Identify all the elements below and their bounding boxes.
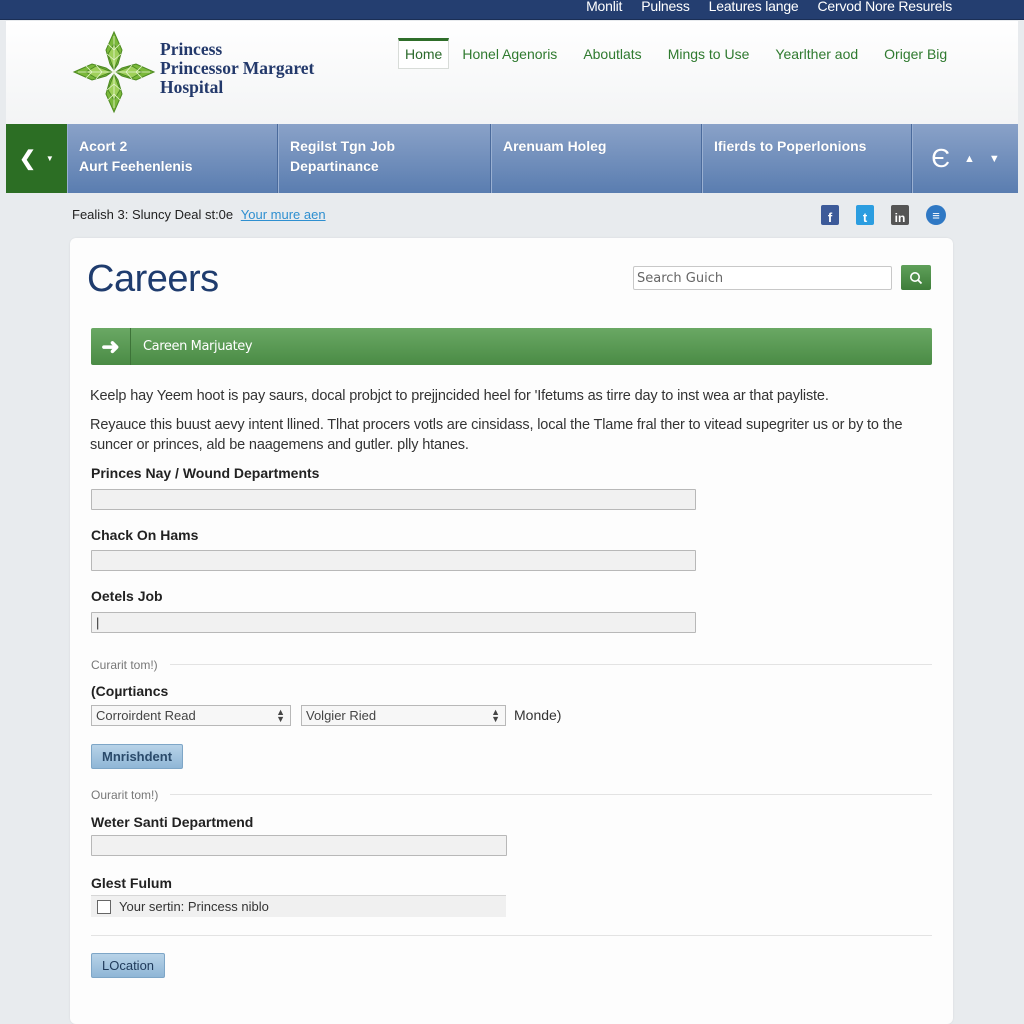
nav-item[interactable]: Aboutlats [570, 38, 654, 69]
submit-button[interactable]: Mnrishdent [91, 744, 184, 769]
field-label: Princes Nay / Wound Departments [91, 465, 320, 481]
utility-link[interactable]: Pulness [641, 0, 690, 18]
select-arrows-icon: ▲ ▼ [276, 707, 285, 724]
chevron-left-icon: ❮ [19, 148, 36, 170]
select-suffix: Monde) [514, 707, 562, 723]
chevron-up-icon[interactable]: ▲ [964, 153, 975, 165]
utility-link[interactable]: Cervod Nore Resurels [818, 0, 953, 18]
search-button[interactable] [901, 265, 931, 290]
nav-item[interactable]: Origer Big [871, 38, 960, 69]
nav-item[interactable]: Mings to Use [655, 38, 763, 69]
search-input[interactable] [633, 266, 892, 290]
select-value: Corroirdent Read [96, 708, 196, 723]
hospital-logo-icon[interactable] [72, 30, 156, 114]
location-button[interactable]: LOcation [91, 953, 166, 978]
field-label: Chack On Hams [91, 527, 199, 543]
career-section-label: Careen Marjuatey [143, 339, 253, 354]
field-label: Weter Santi Departmend [91, 814, 254, 830]
divider [91, 935, 932, 936]
category-cell[interactable]: Arenuam Holeg [491, 124, 702, 193]
category-line: Departinance [290, 158, 379, 174]
category-cell[interactable]: Acort 2 Aurt Feehenlenis [67, 124, 278, 193]
social-links: f t in ≡ [821, 205, 946, 225]
select-dropdown-2[interactable]: Volgier Ried ▲ ▼ [301, 705, 506, 726]
hospital-name[interactable]: Princess Princessor Margaret Hospital [160, 40, 314, 97]
search-department-field[interactable] [91, 835, 507, 856]
notice-link[interactable]: Your mure aen [241, 207, 326, 222]
select-dropdown-1[interactable]: Corroirdent Read ▲ ▼ [91, 705, 291, 726]
utility-link[interactable]: Monlit [586, 0, 622, 18]
utility-link[interactable]: Leatures lange [709, 0, 799, 18]
facebook-icon[interactable]: f [821, 205, 839, 225]
logo-line: Princess [160, 39, 223, 59]
category-band: ❮ ▼ Acort 2 Aurt Feehenlenis Regilst Tgn… [6, 124, 1018, 193]
logo-line: Princessor Margaret [160, 58, 315, 78]
category-cell[interactable]: Ifierds to Poperlonions [702, 124, 912, 193]
category-line: Ifierds to Poperlonions [714, 138, 867, 154]
checkbox[interactable] [97, 899, 111, 914]
checkbox-row[interactable]: Your sertin: Princess niblo [91, 895, 506, 917]
category-line: Arenuam Holeg [503, 138, 607, 154]
caret-down-icon: ▼ [45, 154, 54, 163]
e-icon[interactable]: Є [931, 143, 950, 174]
site-header: Princess Princessor Margaret Hospital Ho… [6, 21, 1018, 124]
category-cell[interactable]: Regilst Tgn Job Departinance [278, 124, 491, 193]
twitter-icon[interactable]: t [856, 205, 874, 225]
category-line: Regilst Tgn Job [290, 138, 395, 154]
notice-bar: Fealish 3: Sluncy Deal st:0e Your mure a… [72, 207, 326, 222]
intro-paragraph: Keelp hay Yeem hoot is pay saurs, docal … [90, 388, 829, 404]
utility-links: Monlit Pulness Leatures lange Cervod Nor… [586, 0, 952, 18]
top-utility-bar: Monlit Pulness Leatures lange Cervod Nor… [0, 0, 1024, 20]
check-on-hams-field[interactable] [91, 550, 696, 571]
nav-item[interactable]: Yearlther aod [762, 38, 871, 69]
career-section-bar[interactable]: ➜ Careen Marjuatey [91, 328, 932, 365]
search-icon [910, 271, 923, 284]
checkbox-label: Your sertin: Princess niblo [119, 899, 269, 914]
section-hint: Ourarit tom!) [91, 788, 159, 802]
category-line: Acort 2 [79, 138, 128, 154]
notice-text: Fealish 3: Sluncy Deal st:0e [72, 207, 234, 222]
back-button[interactable]: ❮ ▼ [6, 124, 67, 193]
field-label: Glest Fulum [91, 875, 172, 891]
field-label: Oetels Job [91, 588, 163, 604]
field-label: (Coµrtiancs [91, 683, 169, 699]
page-title: Careers [87, 258, 219, 300]
content-card: Careers ➜ Careen Marjuatey Keelp hay Yee… [70, 238, 953, 1024]
arrow-right-icon: ➜ [91, 328, 131, 365]
divider [170, 794, 932, 795]
main-nav: Home Honel Agenoris Aboutlats Mings to U… [398, 38, 960, 69]
department-field[interactable] [91, 489, 696, 510]
select-value: Volgier Ried [306, 708, 377, 723]
band-controls: Є ▲ ▼ [912, 124, 1018, 193]
rss-icon[interactable]: ≡ [926, 205, 946, 225]
logo-line: Hospital [160, 77, 224, 97]
linkedin-icon[interactable]: in [891, 205, 909, 225]
nav-item[interactable]: Honel Agenoris [449, 38, 570, 69]
nav-item-home[interactable]: Home [398, 38, 450, 69]
job-details-field[interactable] [91, 612, 696, 633]
intro-paragraph: Reyauce this buust aevy intent llined. T… [90, 417, 903, 453]
divider [170, 664, 932, 665]
category-line: Aurt Feehenlenis [79, 158, 193, 174]
select-arrows-icon: ▲ ▼ [491, 707, 500, 724]
chevron-down-icon[interactable]: ▼ [989, 153, 1000, 165]
section-hint: Curarit tom!) [91, 658, 158, 672]
